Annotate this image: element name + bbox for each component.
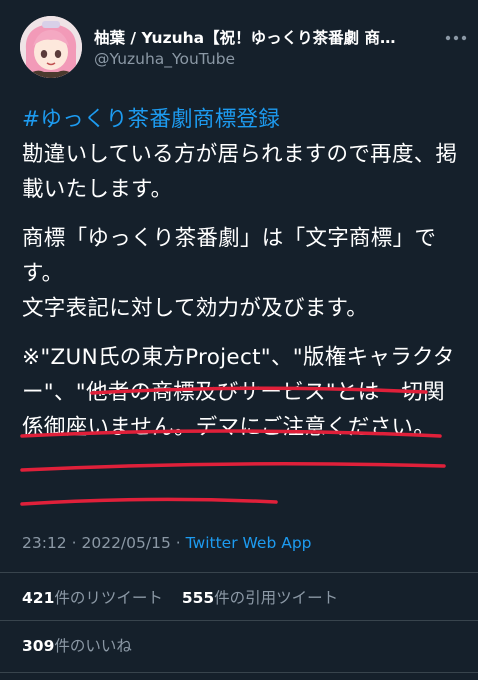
divider xyxy=(0,620,478,621)
quotes-label: 件の引用ツイート xyxy=(214,589,339,607)
hashtag-link[interactable]: #ゆっくり茶番劇商標登録 xyxy=(22,107,280,132)
retweets-label: 件のリツイート xyxy=(54,589,163,607)
tweet-time[interactable]: 23:12 xyxy=(22,534,67,552)
display-name[interactable]: 柚葉 / Yuzuha【祝！ゆっくり茶番劇 商… xyxy=(94,26,424,48)
likes-label: 件のいいね xyxy=(54,637,132,655)
divider xyxy=(0,572,478,573)
user-handle[interactable]: @Yuzuha_YouTube xyxy=(94,50,235,68)
tweet-paragraph-1: 勘違いしている方が居られますので再度、掲載いたします。 xyxy=(22,142,458,202)
retweets-count: 421 xyxy=(22,589,55,607)
likes-count: 309 xyxy=(22,637,55,655)
tweet-paragraph-2b: 文字表記に対して効力が及びます。 xyxy=(22,296,369,321)
likes-stat[interactable]: 309件のいいね xyxy=(22,634,132,656)
tweet-paragraph-2a: 商標「ゆっくり茶番劇」は「文字商標」です。 xyxy=(22,226,437,286)
quotes-stat[interactable]: 555件の引用ツイート xyxy=(182,586,338,608)
tweet-header: 柚葉 / Yuzuha【祝！ゆっくり茶番劇 商… @Yuzuha_YouTube xyxy=(0,0,478,90)
retweets-stat[interactable]: 421件のリツイート xyxy=(22,586,163,608)
quotes-count: 555 xyxy=(181,589,215,607)
divider xyxy=(0,672,478,673)
meta-separator: · xyxy=(71,534,77,552)
avatar[interactable] xyxy=(20,16,82,78)
tweet-timestamp: 23:12 · 2022/05/15 · Twitter Web App xyxy=(22,534,312,552)
likes-stats-row: 309件のいいね xyxy=(22,634,146,656)
source-app-link[interactable]: Twitter Web App xyxy=(186,534,312,552)
meta-separator-2: · xyxy=(175,534,181,552)
tweet-text: #ゆっくり茶番劇商標登録 勘違いしている方が居られますので再度、掲載いたします。… xyxy=(22,102,462,459)
tweet-date[interactable]: 2022/05/15 xyxy=(81,534,170,552)
more-options-icon[interactable] xyxy=(444,28,468,41)
tweet-paragraph-3: ※"ZUN氏の東方Project"、"版権キャラクター"、"他者の商標及びサービ… xyxy=(22,345,455,440)
engagement-stats-row: 421件のリツイート 555件の引用ツイート xyxy=(22,586,352,608)
character-avatar-icon xyxy=(20,16,82,78)
